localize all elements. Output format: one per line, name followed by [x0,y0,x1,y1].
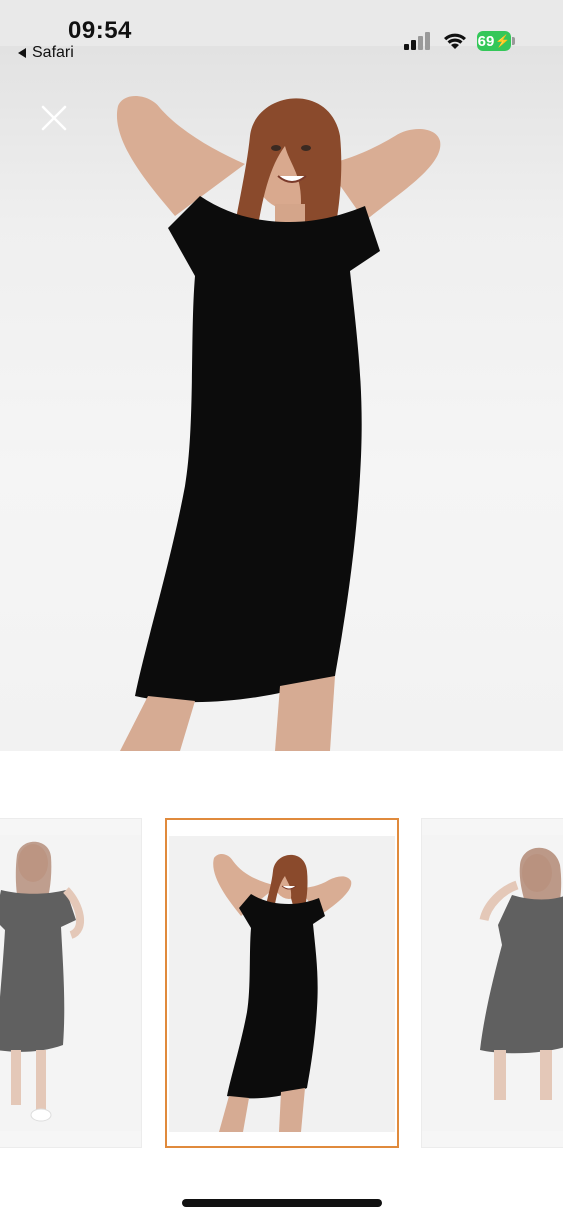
thumbnail-image [0,835,141,1131]
battery-tip [512,37,515,45]
thumbnail-image [422,835,563,1131]
back-app-label: Safari [32,44,74,61]
model-figure [213,854,352,1132]
model-figure [0,841,84,1122]
back-arrow-icon [18,48,26,58]
thumbnail-item-selected[interactable] [165,818,399,1148]
thumbnail-item[interactable] [421,818,563,1148]
product-image-main[interactable] [0,46,563,751]
home-indicator[interactable] [182,1199,382,1207]
bolt-icon: ⚡ [495,34,511,48]
thumbnail-item[interactable] [0,818,142,1148]
battery-indicator: 69 ⚡ [477,31,511,51]
battery-level: 69 [477,32,495,50]
model-figure [116,96,441,751]
status-time: 09:54 [68,17,132,44]
thumbnail-strip [0,818,563,1150]
model-figure [479,847,563,1100]
close-icon[interactable] [38,102,70,134]
thumbnail-image [169,836,395,1132]
status-bar: 09:54 69 ⚡ [0,0,563,51]
wifi-icon [444,33,466,49]
back-to-app-button[interactable]: Safari [18,44,74,62]
cellular-signal-icon [404,32,430,50]
